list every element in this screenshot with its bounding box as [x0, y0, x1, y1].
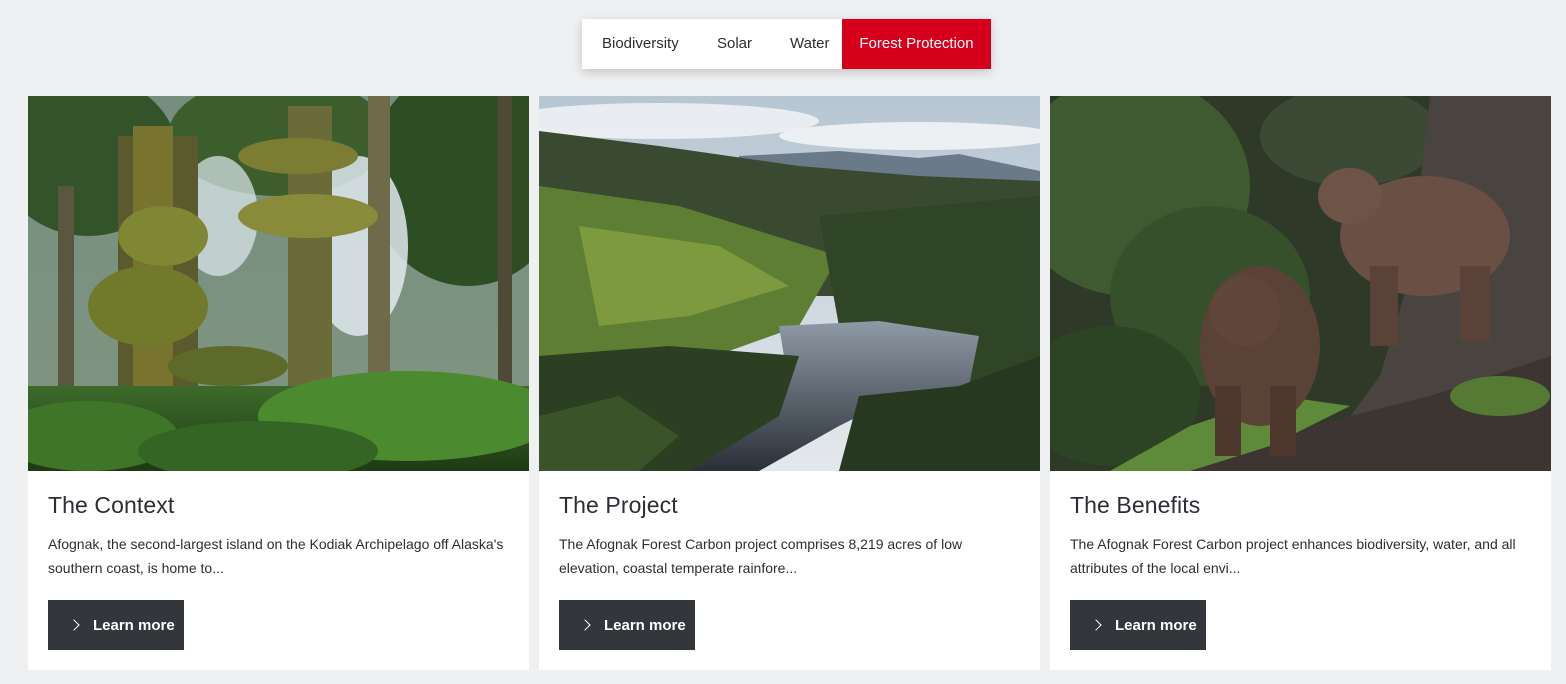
card-description: The Afognak Forest Carbon project enhanc…: [1070, 536, 1516, 576]
bears-image-svg: [1050, 96, 1551, 471]
card-description: The Afognak Forest Carbon project compri…: [559, 536, 963, 576]
lake-image-svg: [539, 96, 1040, 471]
card-benefits: The Benefits The Afognak Forest Carbon p…: [1050, 96, 1551, 670]
card-project: The Project The Afognak Forest Carbon pr…: [539, 96, 1040, 670]
learn-more-button[interactable]: Learn more: [48, 600, 184, 650]
learn-more-label: Learn more: [93, 616, 175, 634]
learn-more-button[interactable]: Learn more: [1070, 600, 1206, 650]
bears-image[interactable]: [1050, 96, 1551, 471]
forest-image[interactable]: [28, 96, 529, 471]
card-title: The Project: [559, 492, 678, 518]
category-tabs: Biodiversity Solar Water Forest Protecti…: [582, 19, 991, 69]
learn-more-button[interactable]: Learn more: [559, 600, 695, 650]
tab-forest-protection[interactable]: Forest Protection: [842, 19, 991, 69]
forest-image-svg: [28, 96, 529, 471]
lake-image[interactable]: [539, 96, 1040, 471]
tab-water[interactable]: Water: [749, 19, 842, 69]
chevron-right-icon: [68, 619, 80, 631]
tab-solar[interactable]: Solar: [696, 19, 752, 69]
card-description: Afognak, the second-largest island on th…: [48, 536, 504, 576]
card-title: The Benefits: [1070, 492, 1201, 518]
learn-more-label: Learn more: [604, 616, 686, 634]
card-context: The Context Afognak, the second-largest …: [28, 96, 529, 670]
chevron-right-icon: [579, 619, 591, 631]
learn-more-label: Learn more: [1115, 616, 1197, 634]
card-title: The Context: [48, 492, 175, 518]
chevron-right-icon: [1090, 619, 1102, 631]
tab-biodiversity[interactable]: Biodiversity: [582, 19, 696, 69]
